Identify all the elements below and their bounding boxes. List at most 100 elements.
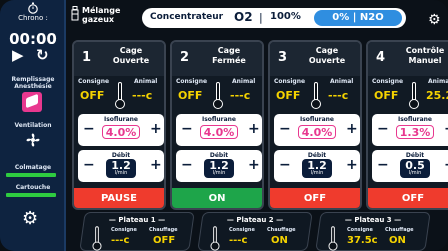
plateau-consigne-value[interactable]: ---c xyxy=(111,235,129,246)
plateau-chauffage-label: Chauffage xyxy=(267,227,296,233)
debit-control: − Débit 0.5 l/min + xyxy=(372,150,448,182)
plateau-consigne-value[interactable]: 37.5c xyxy=(347,235,378,246)
o2-value: 100% xyxy=(270,11,301,22)
plateau-title-text: Plateau 3 xyxy=(354,216,392,224)
isoflurane-control: − Isoflurane 4.0% + xyxy=(176,114,262,146)
isoflurane-display: 4.0% xyxy=(298,125,336,139)
debit-label: Débit xyxy=(405,152,425,159)
plateau-chauffage-value[interactable]: ON xyxy=(389,235,406,246)
cage-title-2: Ouverte xyxy=(112,56,150,65)
consigne-value[interactable]: OFF xyxy=(374,89,398,102)
plateau-inner: — Plateau 1 — Consigne Chauffage ---c OF… xyxy=(83,213,191,251)
plateau-panel-1[interactable]: — Plateau 1 — Consigne Chauffage ---c OF… xyxy=(79,212,195,251)
remplissage-label-2: Anesthésie xyxy=(14,83,52,90)
iso-plus-button[interactable]: + xyxy=(444,121,448,137)
cage-panel-4: 4 Contrôle Manuel Consigne Animal OFF 25… xyxy=(366,40,448,210)
consigne-label: Consigne xyxy=(372,78,404,85)
debit-unit: l/min xyxy=(114,170,128,176)
debit-unit: l/min xyxy=(212,170,226,176)
consigne-label: Consigne xyxy=(176,78,208,85)
cage-number: 1 xyxy=(82,50,92,65)
plateau-consigne-label: Consigne xyxy=(111,227,137,233)
cage-state-button[interactable]: ON xyxy=(172,188,262,208)
isoflurane-display: 1.3% xyxy=(396,125,434,139)
animal-label: Animal xyxy=(428,78,448,85)
isoflurane-control: − Isoflurane 4.0% + xyxy=(78,114,164,146)
play-button[interactable]: ▶ xyxy=(12,46,24,64)
cage-header: 3 Cage Ouverte xyxy=(270,42,360,76)
thermometer-icon xyxy=(328,226,339,251)
plateau-title: — Plateau 3 — xyxy=(344,216,402,224)
chrono-time: 00:00 xyxy=(9,30,57,48)
cage-state-button[interactable]: OFF xyxy=(270,188,360,208)
consigne-value[interactable]: OFF xyxy=(276,89,300,102)
iso-plus-button[interactable]: + xyxy=(150,121,162,137)
debit-plus-button[interactable]: + xyxy=(346,157,358,173)
plateau-consigne-value[interactable]: ---c xyxy=(229,235,247,246)
debit-minus-button[interactable]: − xyxy=(181,157,193,173)
thermometer-icon xyxy=(210,226,221,251)
consigne-value[interactable]: OFF xyxy=(80,89,104,102)
cartouche-level-bar xyxy=(6,193,56,197)
animal-temperature: ---c xyxy=(132,89,153,102)
debit-display: 1.2 l/min xyxy=(106,159,136,178)
cage-title-1: Cage xyxy=(217,46,241,55)
iso-plus-button[interactable]: + xyxy=(346,121,358,137)
isoflurane-value: 4.0% xyxy=(105,126,137,139)
cage-panel-1: 1 Cage Ouverte Consigne Animal OFF ---c … xyxy=(72,40,166,210)
debit-unit: l/min xyxy=(310,170,324,176)
top-settings-icon[interactable]: ⚙ xyxy=(428,12,441,28)
fan-icon[interactable] xyxy=(24,131,42,149)
thermometer-icon xyxy=(310,82,322,109)
iso-minus-button[interactable]: − xyxy=(279,121,291,137)
plateau-chauffage-value[interactable]: ON xyxy=(271,235,288,246)
cage-title-2: Fermée xyxy=(212,56,246,65)
melange-label-2: gazeux xyxy=(82,15,115,24)
plateau-chauffage-value[interactable]: OFF xyxy=(153,235,175,246)
iso-plus-button[interactable]: + xyxy=(248,121,260,137)
cage-number: 4 xyxy=(376,50,386,65)
cage-title: Cage Ouverte xyxy=(294,46,360,66)
debit-minus-button[interactable]: − xyxy=(279,157,291,173)
debit-display: 0.5 l/min xyxy=(400,159,430,178)
cage-header: 2 Cage Fermée xyxy=(172,42,262,76)
settings-gear-icon[interactable]: ⚙ xyxy=(22,208,38,229)
isoflurane-display: 4.0% xyxy=(200,125,238,139)
cage-header: 1 Cage Ouverte xyxy=(74,42,164,76)
concentrateur-label: Concentrateur xyxy=(150,12,224,22)
stopwatch-icon xyxy=(28,2,38,14)
ventilation-label: Ventilation xyxy=(14,122,52,129)
cage-header: 4 Contrôle Manuel xyxy=(368,42,448,76)
cage-title-1: Cage xyxy=(315,46,339,55)
debit-plus-button[interactable]: + xyxy=(248,157,260,173)
debit-minus-button[interactable]: − xyxy=(83,157,95,173)
reset-icon[interactable]: ↻ xyxy=(36,46,49,64)
debit-minus-button[interactable]: − xyxy=(377,157,389,173)
plateau-chauffage-label: Chauffage xyxy=(385,227,414,233)
animal-temperature: ---c xyxy=(230,89,251,102)
plateau-title-text: Plateau 1 xyxy=(118,216,156,224)
concentrateur-bar[interactable]: Concentrateur O2 | 100% 0% | N2O xyxy=(142,8,406,28)
cage-panel-3: 3 Cage Ouverte Consigne Animal OFF ---c … xyxy=(268,40,362,210)
iso-minus-button[interactable]: − xyxy=(83,121,95,137)
debit-plus-button[interactable]: + xyxy=(150,157,162,173)
n2o-separator: | xyxy=(352,12,360,23)
cage-title-2: Ouverte xyxy=(308,56,346,65)
anesthesia-fill-icon[interactable] xyxy=(22,92,42,112)
plateau-chauffage-label: Chauffage xyxy=(149,227,178,233)
cage-title: Contrôle Manuel xyxy=(392,46,448,66)
consigne-label: Consigne xyxy=(78,78,110,85)
debit-plus-button[interactable]: + xyxy=(444,157,448,173)
iso-minus-button[interactable]: − xyxy=(377,121,389,137)
cage-state-button[interactable]: OFF xyxy=(368,188,448,208)
consigne-value[interactable]: OFF xyxy=(178,89,202,102)
n2o-pill[interactable]: 0% | N2O xyxy=(314,10,402,26)
animal-label: Animal xyxy=(330,78,354,85)
plateau-panel-2[interactable]: — Plateau 2 — Consigne Chauffage ---c ON xyxy=(197,212,313,251)
melange-label-1: Mélange xyxy=(82,6,121,15)
plateau-panel-3[interactable]: — Plateau 3 — Consigne Chauffage 37.5c O… xyxy=(315,212,431,251)
n2o-value: 0% xyxy=(332,12,350,23)
cage-state-button[interactable]: PAUSE xyxy=(74,188,164,208)
iso-minus-button[interactable]: − xyxy=(181,121,193,137)
thermometer-icon xyxy=(212,82,224,109)
